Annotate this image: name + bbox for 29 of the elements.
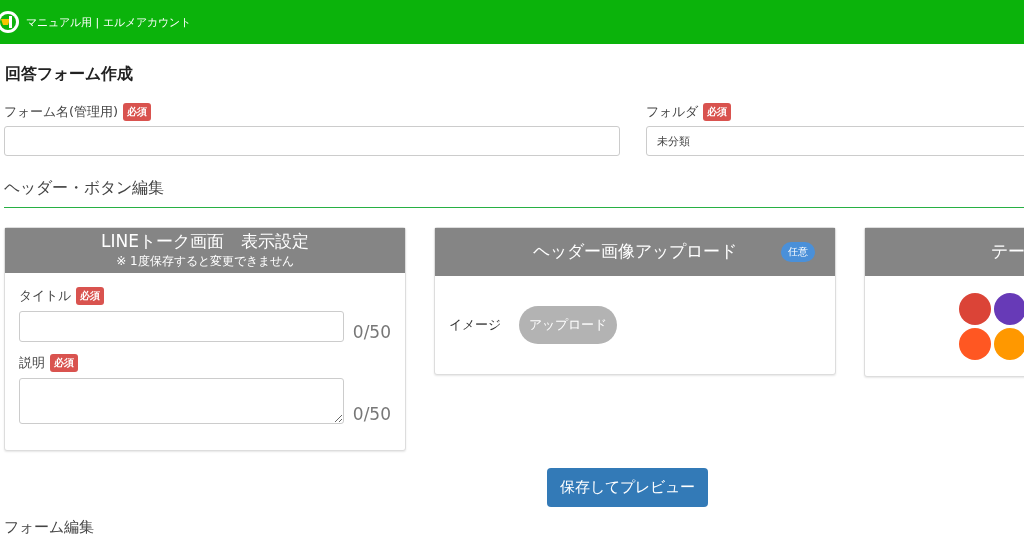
save-preview-button[interactable]: 保存してプレビュー xyxy=(547,468,708,507)
color-swatch[interactable] xyxy=(994,293,1024,325)
character-counter: 0/50 xyxy=(352,322,391,342)
character-counter: 0/50 xyxy=(352,404,391,424)
field-label: タイトル xyxy=(19,287,71,305)
color-swatch[interactable] xyxy=(959,293,991,325)
card-note: ※ 1度保存すると変更できません xyxy=(115,253,295,270)
input-field[interactable] xyxy=(19,311,344,342)
card-title: テー xyxy=(991,241,1024,261)
required-badge: 必須 xyxy=(123,103,152,121)
field-label: フォーム名(管理用) xyxy=(4,103,119,121)
input-field[interactable] xyxy=(4,126,620,156)
required-badge: 必須 xyxy=(50,354,78,372)
required-badge: 必須 xyxy=(703,103,731,121)
card-title: LINEトーク画面 表示設定 xyxy=(100,230,310,253)
card-title: ヘッダー画像アップロード xyxy=(533,241,737,261)
color-swatch[interactable] xyxy=(959,328,991,360)
input-field[interactable]: 未分類 xyxy=(646,126,1024,156)
field-label: 説明 xyxy=(19,354,45,372)
field-label: フォルダ xyxy=(646,103,698,121)
account-name: マニュアル用 | エルメアカウント xyxy=(26,14,191,30)
image-label: イメージ xyxy=(449,316,501,334)
required-badge: 必須 xyxy=(76,287,104,305)
section-heading: ヘッダー・ボタン編集 xyxy=(4,178,1024,208)
section-heading: フォーム編集 xyxy=(4,518,95,537)
page-title: 回答フォーム作成 xyxy=(5,64,134,85)
color-swatch[interactable] xyxy=(994,328,1024,360)
optional-badge: 任意 xyxy=(781,242,815,262)
text-area[interactable] xyxy=(19,378,344,424)
